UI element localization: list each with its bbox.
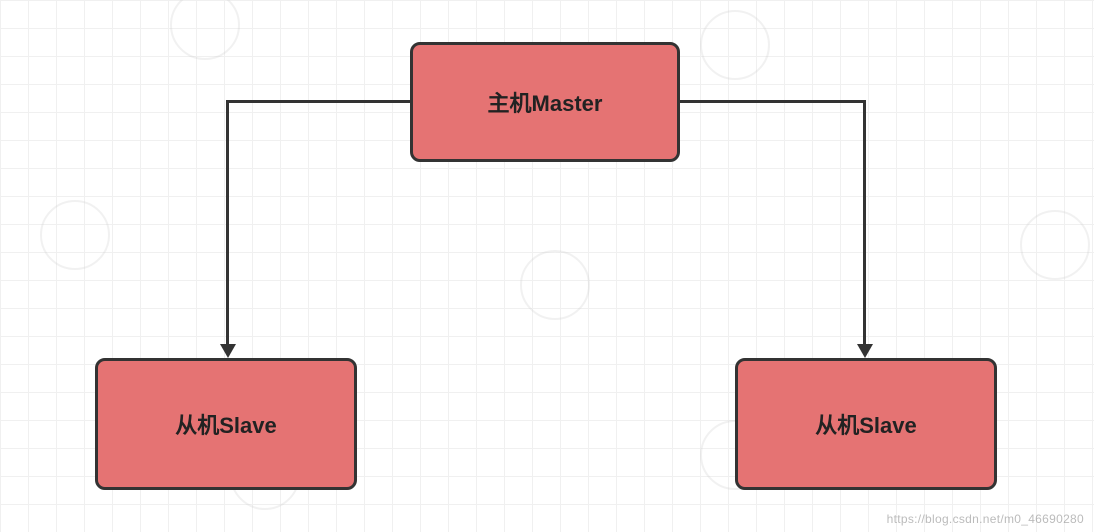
edge-master-to-slave-right-arrow [857, 344, 873, 358]
master-label: 主机Master [488, 86, 603, 118]
watermark-circle [170, 0, 240, 60]
master-node: 主机Master [410, 42, 680, 162]
watermark-circle [40, 200, 110, 270]
watermark-text: https://blog.csdn.net/m0_46690280 [887, 512, 1084, 526]
slave-left-node: 从机Slave [95, 358, 357, 490]
slave-right-node: 从机Slave [735, 358, 997, 490]
watermark-circle [1020, 210, 1090, 280]
watermark-circle [700, 10, 770, 80]
edge-master-to-slave-left-h [226, 100, 410, 103]
slave-right-label: 从机Slave [815, 408, 917, 440]
watermark-circle [520, 250, 590, 320]
slave-left-label: 从机Slave [175, 408, 277, 440]
edge-master-to-slave-left-arrow [220, 344, 236, 358]
edge-master-to-slave-right-v [863, 100, 866, 344]
edge-master-to-slave-left-v [226, 100, 229, 344]
edge-master-to-slave-right-h [680, 100, 866, 103]
